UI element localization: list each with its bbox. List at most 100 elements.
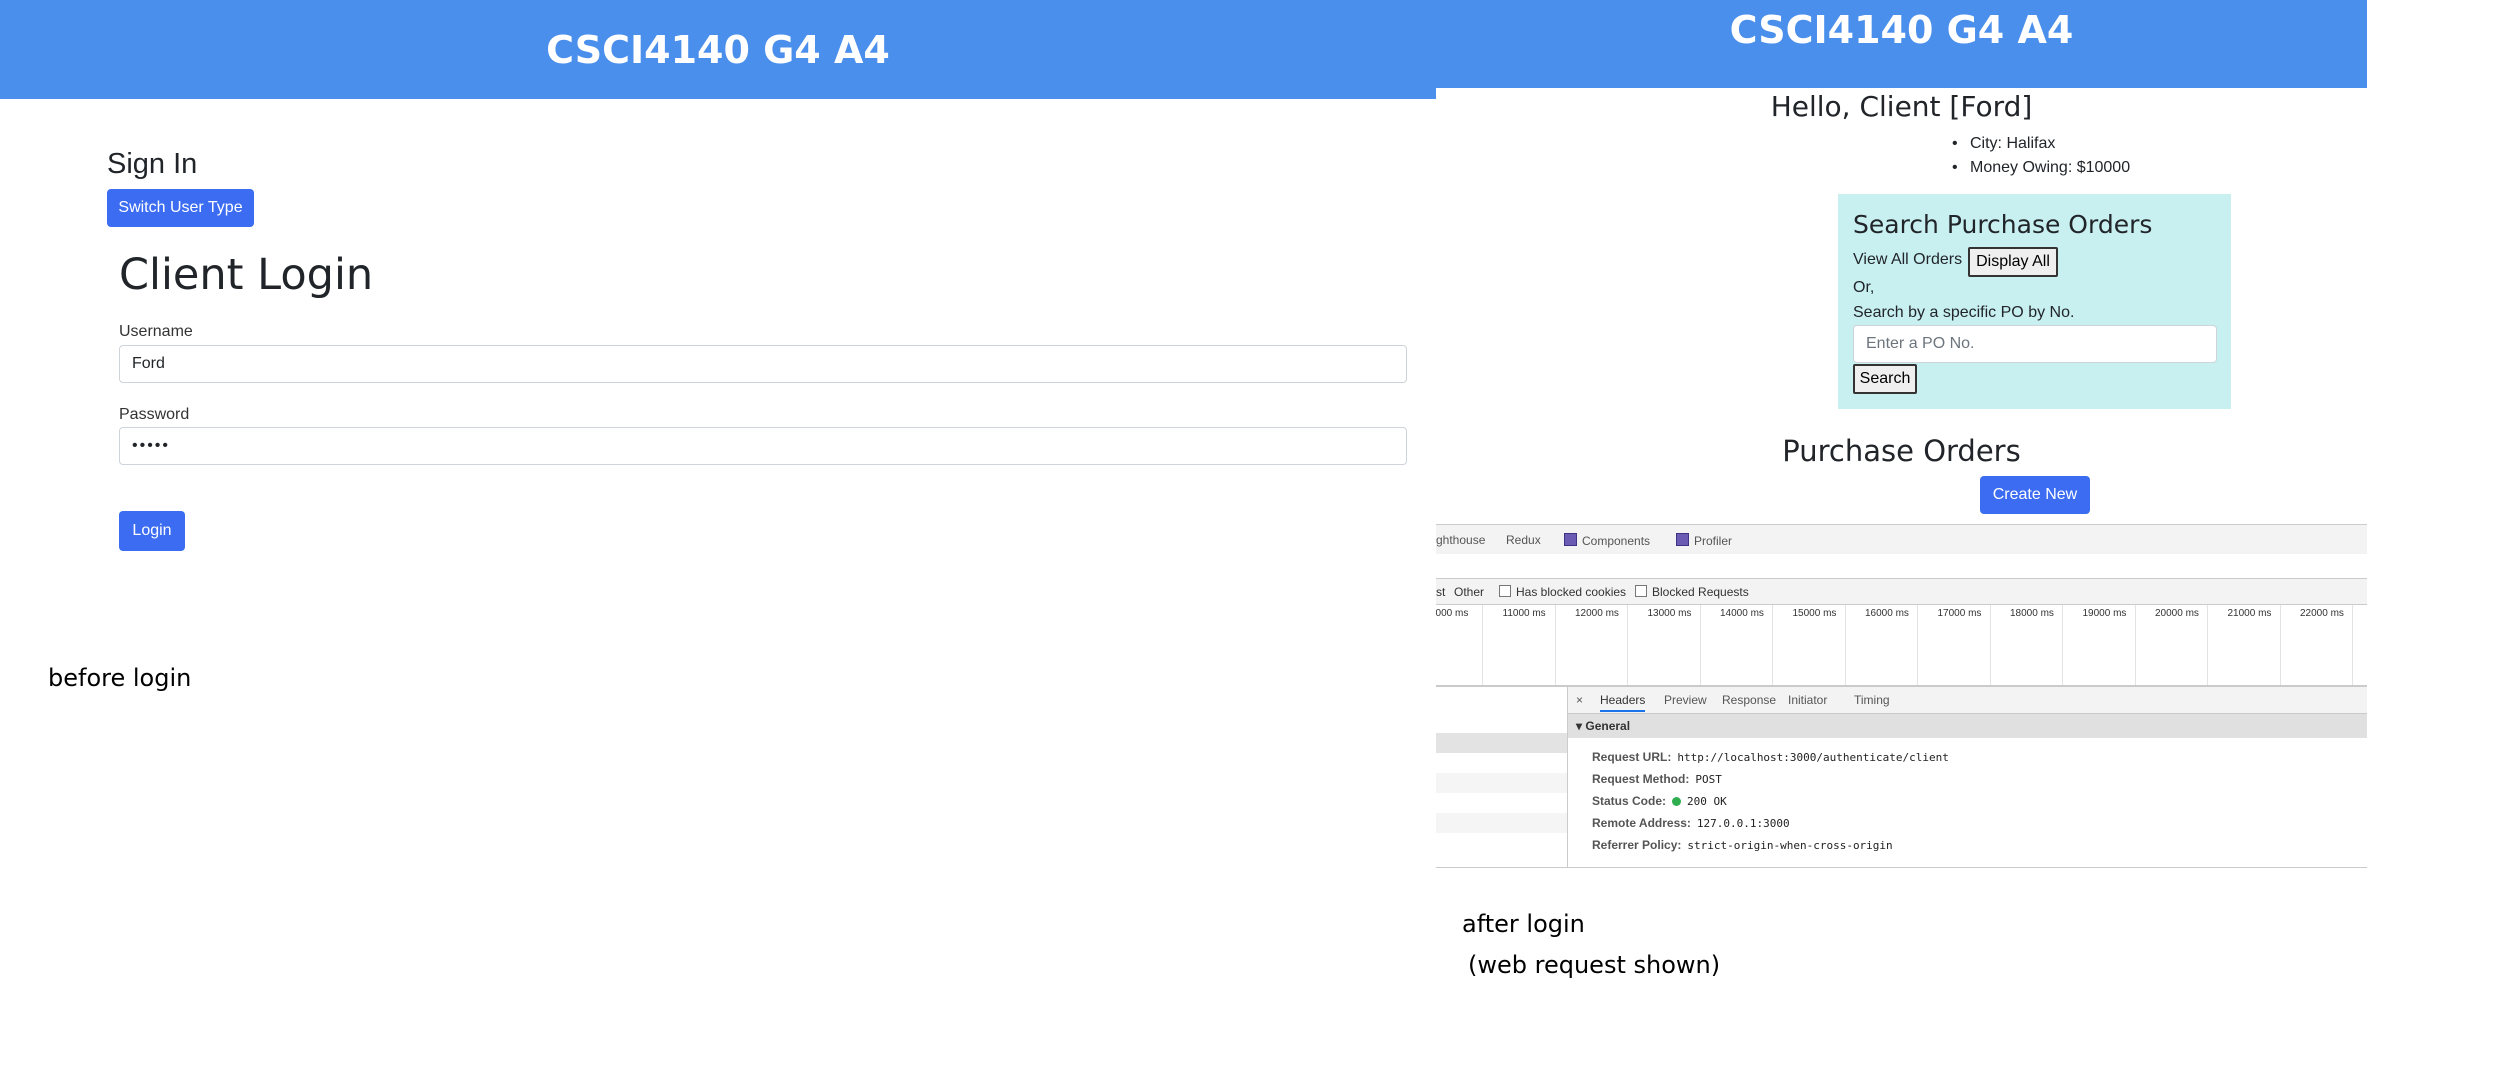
- remote-address-row: Remote Address: 127.0.0.1:3000: [1592, 816, 1790, 830]
- detail-tab-headers[interactable]: Headers: [1600, 693, 1646, 712]
- timeline-tick-label: 14000 ms: [1720, 608, 1764, 619]
- client-money-owing: Money Owing: $10000: [1952, 156, 2130, 180]
- remote-address-key: Remote Address:: [1592, 816, 1691, 830]
- timeline-gridline: [1917, 605, 1918, 685]
- devtools-tab-redux[interactable]: Redux: [1506, 533, 1541, 547]
- timeline-gridline: [1699, 605, 1701, 685]
- client-login-title: Client Login: [119, 250, 374, 300]
- timeline-tick-label: 17000 ms: [1937, 608, 1982, 619]
- timeline-tick-label: 15000 ms: [1792, 608, 1837, 619]
- status-code-key: Status Code:: [1592, 794, 1667, 808]
- signin-title: Sign In: [107, 148, 198, 180]
- username-input[interactable]: Ford: [119, 345, 1407, 383]
- status-code-row: Status Code: 200 OK: [1592, 794, 1727, 808]
- devtools-tab-profiler[interactable]: Profiler: [1676, 533, 1732, 548]
- create-new-button[interactable]: Create New: [1980, 476, 2090, 514]
- timeline-tick-label: 12000 ms: [1575, 608, 1619, 619]
- timeline-gridline: [1989, 605, 1991, 685]
- request-detail-tabs: × Headers Preview Response Initiator Tim…: [1568, 687, 2367, 714]
- request-url-value: http://localhost:3000/authenticate/clien…: [1677, 751, 1949, 764]
- request-row-selected[interactable]: [1436, 733, 1567, 753]
- request-row[interactable]: [1436, 753, 1567, 773]
- username-label: Username: [119, 323, 193, 340]
- purchase-orders-title: Purchase Orders: [1782, 434, 2021, 468]
- devtools-tab-bar: ghthouse Redux Components Profiler: [1436, 524, 2367, 555]
- devtools-toolbar: [1436, 554, 2367, 579]
- timeline-gridline: [1627, 605, 1628, 685]
- detail-tab-initiator[interactable]: Initiator: [1788, 693, 1827, 707]
- timeline-tick-label: 22000 ms: [2300, 608, 2344, 619]
- request-method-key: Request Method:: [1592, 772, 1690, 786]
- request-url-key: Request URL:: [1592, 750, 1672, 764]
- react-profiler-icon: [1676, 533, 1689, 546]
- switch-user-type-button[interactable]: Switch User Type: [107, 189, 254, 227]
- filter-blocked-cookies[interactable]: Has blocked cookies: [1499, 585, 1626, 599]
- timeline-tick-label: 18000 ms: [2010, 608, 2054, 619]
- remote-address-value: 127.0.0.1:3000: [1696, 817, 1790, 830]
- request-method-row: Request Method: POST: [1592, 772, 1722, 786]
- timeline-tick-label: 20000 ms: [2155, 608, 2199, 619]
- request-row[interactable]: [1436, 813, 1567, 833]
- detail-tab-timing[interactable]: Timing: [1854, 693, 1890, 707]
- timeline-gridline: [1554, 605, 1556, 685]
- general-section-header[interactable]: ▾ General: [1568, 714, 2367, 738]
- request-list: [1436, 687, 1568, 867]
- blocked-cookies-checkbox[interactable]: [1499, 585, 1511, 597]
- client-info-list: City: Halifax Money Owing: $10000: [1952, 132, 2130, 180]
- password-input[interactable]: •••••: [119, 427, 1407, 465]
- timeline-tick-label: 11000 ms: [1502, 608, 1546, 619]
- devtools-network-panel: ghthouse Redux Components Profiler st Ot…: [1436, 524, 2367, 869]
- hello-client-title: Hello, Client [Ford]: [1770, 90, 2033, 123]
- request-url-row: Request URL: http://localhost:3000/authen…: [1592, 750, 1949, 764]
- detail-tab-preview[interactable]: Preview: [1664, 693, 1707, 707]
- referrer-policy-key: Referrer Policy:: [1592, 838, 1682, 852]
- devtools-filter-bar: st Other Has blocked cookies Blocked Req…: [1436, 579, 2367, 605]
- caption-before-login: before login: [48, 664, 192, 692]
- login-button[interactable]: Login: [119, 511, 185, 551]
- left-app-header: CSCI4140 G4 A4: [0, 0, 1436, 99]
- timeline-tick-label: 19000 ms: [2082, 608, 2127, 619]
- blocked-requests-checkbox[interactable]: [1635, 585, 1647, 597]
- referrer-policy-row: Referrer Policy: strict-origin-when-cross…: [1592, 838, 1893, 852]
- close-detail-icon[interactable]: ×: [1576, 693, 1583, 707]
- search-button[interactable]: Search: [1853, 364, 1917, 394]
- timeline-gridline: [1482, 605, 1483, 685]
- left-header-title: CSCI4140 G4 A4: [546, 27, 890, 72]
- filter-blocked-requests[interactable]: Blocked Requests: [1635, 585, 1749, 599]
- devtools-tab-lighthouse[interactable]: ghthouse: [1436, 533, 1485, 547]
- status-ok-icon: [1672, 797, 1682, 806]
- timeline-tick-label: 13000 ms: [1647, 608, 1692, 619]
- devtools-request-area: × Headers Preview Response Initiator Tim…: [1436, 686, 2367, 868]
- devtools-tab-components-label: Components: [1582, 534, 1651, 548]
- react-components-icon: [1564, 533, 1577, 546]
- timeline-tick-label: 21000 ms: [2227, 608, 2272, 619]
- devtools-tab-profiler-label: Profiler: [1694, 534, 1733, 548]
- timeline-gridline: [2134, 605, 2136, 685]
- view-all-orders-label: View All Orders: [1853, 251, 1963, 268]
- request-row[interactable]: [1436, 773, 1567, 793]
- filter-type-other[interactable]: Other: [1454, 585, 1484, 599]
- right-app-header: CSCI4140 G4 A4: [1436, 0, 2367, 88]
- caption-after-login: after login: [1462, 910, 1585, 938]
- general-section-label: ▾ General: [1576, 719, 1631, 733]
- timeline-gridline: [2352, 605, 2353, 685]
- request-row[interactable]: [1436, 793, 1567, 813]
- devtools-tab-components[interactable]: Components: [1564, 533, 1650, 548]
- caption-web-request-shown: (web request shown): [1468, 951, 1721, 979]
- search-panel-title: Search Purchase Orders: [1853, 210, 2153, 239]
- timeline-gridline: [2279, 605, 2281, 685]
- filter-type-partial[interactable]: st: [1436, 585, 1445, 599]
- or-text: Or,: [1853, 279, 1875, 296]
- password-label: Password: [119, 406, 190, 423]
- timeline-gridline: [1844, 605, 1846, 685]
- right-header-title: CSCI4140 G4 A4: [1729, 8, 2074, 52]
- timeline-gridline: [2062, 605, 2063, 685]
- blocked-cookies-label: Has blocked cookies: [1516, 585, 1627, 599]
- devtools-timeline: 1000 ms 11000 ms 12000 ms 13000 ms 14000 ms 1…: [1436, 605, 2367, 686]
- blocked-requests-label: Blocked Requests: [1652, 585, 1749, 599]
- status-code-value: 200 OK: [1687, 795, 1727, 808]
- detail-tab-response[interactable]: Response: [1722, 693, 1776, 707]
- display-all-button[interactable]: Display All: [1968, 247, 2058, 277]
- po-number-input[interactable]: Enter a PO No.: [1853, 325, 2217, 363]
- request-method-value: POST: [1695, 773, 1722, 786]
